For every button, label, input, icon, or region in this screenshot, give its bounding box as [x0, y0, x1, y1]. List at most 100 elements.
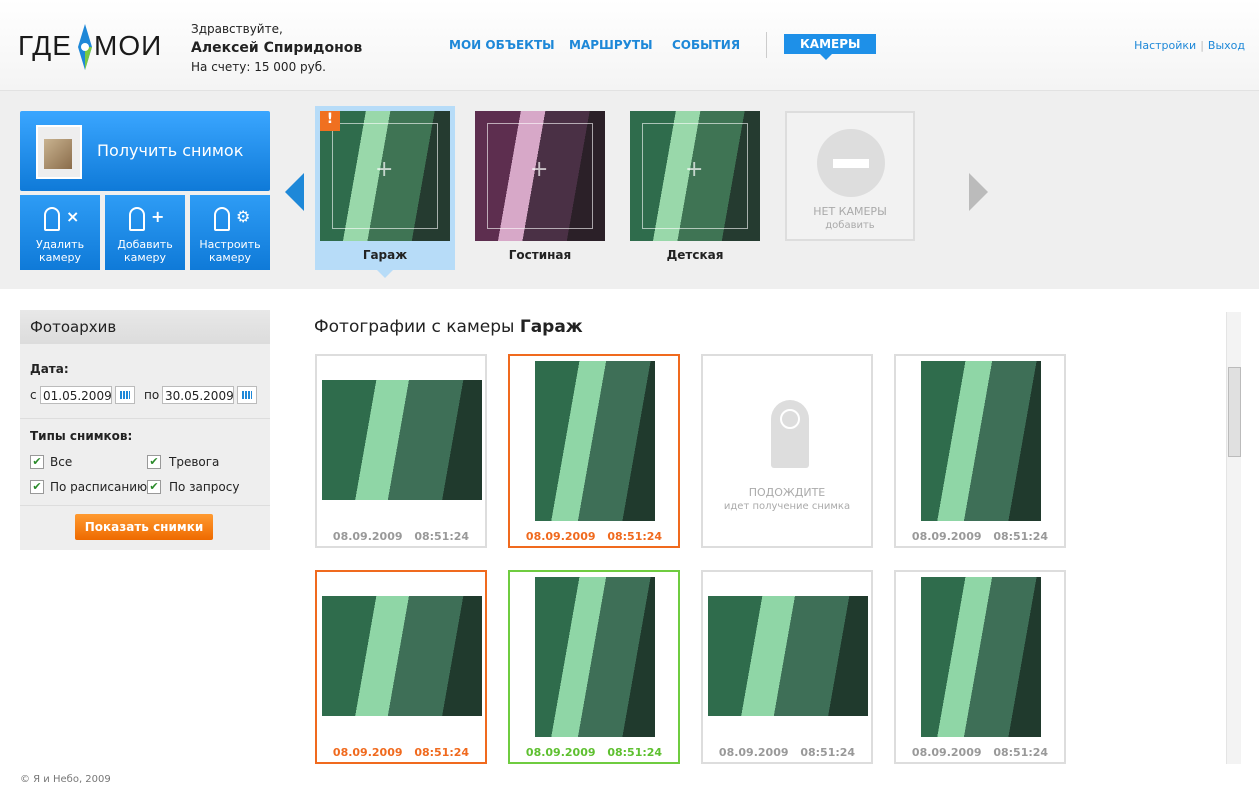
camera-preview	[630, 111, 760, 241]
logout-link[interactable]: Выход	[1208, 39, 1245, 52]
logo-text-right: МОИ	[94, 30, 163, 61]
photo-image	[322, 596, 482, 716]
checkbox-schedule[interactable]: ✔	[30, 480, 44, 494]
photo-image	[535, 577, 655, 737]
gear-icon: ⚙	[236, 207, 251, 226]
photo-card-alarm[interactable]: 08.09.2009 08:51:24	[315, 570, 487, 764]
photo-card[interactable]: 08.09.2009 08:51:24	[894, 570, 1066, 764]
photo-archive-panel: Фотоархив Дата: с 01.05.2009 по 30.05.20…	[20, 310, 270, 550]
link-separator: |	[1200, 39, 1204, 52]
add-camera-button[interactable]: + Добавить камеру	[105, 195, 185, 270]
plus-icon: +	[151, 207, 165, 226]
copyright: © Я и Небо, 2009	[20, 774, 111, 785]
top-links: Настройки | Выход	[1134, 39, 1245, 52]
calendar-icon[interactable]	[237, 386, 257, 404]
photo-image	[322, 380, 482, 500]
date-to-input[interactable]: 30.05.2009	[162, 386, 234, 404]
checkbox-alarm-label: Тревога	[169, 455, 220, 469]
photo-image	[708, 596, 868, 716]
gallery-scrollbar[interactable]	[1226, 312, 1241, 764]
photo-card-pending: ПОДОЖДИТЕ идет получение снимка	[701, 354, 873, 548]
checkbox-alarm[interactable]: ✔	[147, 455, 161, 469]
no-camera-label: НЕТ КАМЕРЫ	[813, 205, 887, 218]
photo-card-alarm[interactable]: 08.09.2009 08:51:24	[508, 354, 680, 548]
checkbox-all-label: Все	[50, 455, 73, 469]
gallery-title-camera: Гараж	[519, 317, 583, 337]
nav-routes[interactable]: МАРШРУТЫ	[569, 38, 653, 52]
camera-icon	[771, 400, 809, 468]
wait-subtitle: идет получение снимка	[723, 501, 851, 512]
prev-arrow-icon[interactable]	[285, 173, 304, 211]
warning-icon: !	[320, 111, 340, 131]
photo-card-selected[interactable]: 08.09.2009 08:51:24	[508, 570, 680, 764]
delete-camera-label-1: Удалить	[35, 238, 85, 251]
checkbox-all[interactable]: ✔	[30, 455, 44, 469]
wait-title: ПОДОЖДИТЕ	[748, 486, 826, 499]
photo-image	[921, 361, 1041, 521]
no-camera-tile[interactable]: НЕТ КАМЕРЫ добавить	[785, 111, 915, 241]
configure-camera-label-2: камеру	[209, 251, 251, 264]
show-photos-button[interactable]: Показать снимки	[75, 514, 213, 540]
checkbox-request-label: По запросу	[169, 480, 240, 494]
camera-tile-living-room[interactable]: Гостиная	[470, 106, 610, 270]
get-snapshot-label: Получить снимок	[97, 141, 244, 160]
photo-timestamp: 08.09.2009 08:51:24	[332, 530, 470, 543]
snapshot-thumbnail	[36, 125, 82, 179]
get-snapshot-button[interactable]: Получить снимок	[20, 111, 270, 191]
scrollbar-thumb[interactable]	[1228, 367, 1241, 457]
nav-cameras[interactable]: КАМЕРЫ	[784, 34, 877, 60]
nav-separator	[766, 32, 767, 58]
nav-events[interactable]: СОБЫТИЯ	[672, 38, 740, 52]
photo-card[interactable]: 08.09.2009 08:51:24	[701, 570, 873, 764]
photo-timestamp: 08.09.2009 08:51:24	[718, 746, 856, 759]
types-label: Типы снимков:	[30, 429, 133, 443]
photo-card[interactable]: 08.09.2009 08:51:24	[894, 354, 1066, 548]
header: ГДЕ МОИ Здравствуйте, Алексей Спиридонов…	[0, 0, 1259, 91]
logo[interactable]: ГДЕ МОИ	[18, 22, 161, 72]
configure-camera-label-1: Настроить	[199, 238, 261, 251]
camera-preview	[475, 111, 605, 241]
user-info: Здравствуйте, Алексей Спиридонов На счет…	[191, 20, 362, 77]
photo-timestamp: 08.09.2009 08:51:24	[911, 530, 1049, 543]
balance: На счету: 15 000 руб.	[191, 60, 326, 74]
add-camera-label-2: камеру	[124, 251, 166, 264]
camera-label: Детская	[666, 248, 724, 262]
camera-label: Гостиная	[508, 248, 572, 262]
nav-my-objects[interactable]: МОИ ОБЪЕКТЫ	[449, 38, 555, 52]
delete-camera-button[interactable]: × Удалить камеру	[20, 195, 100, 270]
gallery-title: Фотографии с камеры Гараж	[314, 317, 583, 337]
panel-title: Фотоархив	[20, 310, 270, 344]
photo-timestamp: 08.09.2009 08:51:24	[525, 746, 663, 759]
close-icon: ×	[66, 207, 80, 226]
greeting: Здравствуйте,	[191, 22, 283, 36]
add-camera-link[interactable]: добавить	[787, 220, 913, 231]
logo-text-left: ГДЕ	[18, 30, 72, 61]
calendar-icon[interactable]	[115, 386, 135, 404]
photo-card[interactable]: 08.09.2009 08:51:24	[315, 354, 487, 548]
date-label: Дата:	[30, 362, 69, 376]
photo-timestamp: 08.09.2009 08:51:24	[332, 746, 470, 759]
checkbox-schedule-label: По расписанию	[50, 480, 148, 494]
next-arrow-icon[interactable]	[969, 173, 988, 211]
camera-tile-nursery[interactable]: Детская	[625, 106, 765, 270]
camera-icon	[44, 207, 60, 231]
photo-timestamp: 08.09.2009 08:51:24	[525, 530, 663, 543]
photo-image	[921, 577, 1041, 737]
settings-link[interactable]: Настройки	[1134, 39, 1196, 52]
camera-icon	[214, 207, 230, 231]
configure-camera-button[interactable]: ⚙ Настроить камеру	[190, 195, 270, 270]
date-from-input[interactable]: 01.05.2009	[40, 386, 112, 404]
camera-tile-garage[interactable]: ! Гараж	[315, 106, 455, 278]
divider	[20, 418, 270, 419]
photo-timestamp: 08.09.2009 08:51:24	[911, 746, 1049, 759]
camera-panel: Получить снимок × Удалить камеру + Добави…	[0, 91, 1259, 289]
gallery-title-prefix: Фотографии с камеры	[314, 317, 515, 337]
add-camera-label-1: Добавить	[117, 238, 173, 251]
checkbox-request[interactable]: ✔	[147, 480, 161, 494]
photo-image	[535, 361, 655, 521]
delete-camera-label-2: камеру	[39, 251, 81, 264]
no-entry-icon	[817, 129, 885, 197]
camera-icon	[129, 207, 145, 231]
divider	[20, 505, 270, 506]
from-label: с	[30, 388, 37, 402]
